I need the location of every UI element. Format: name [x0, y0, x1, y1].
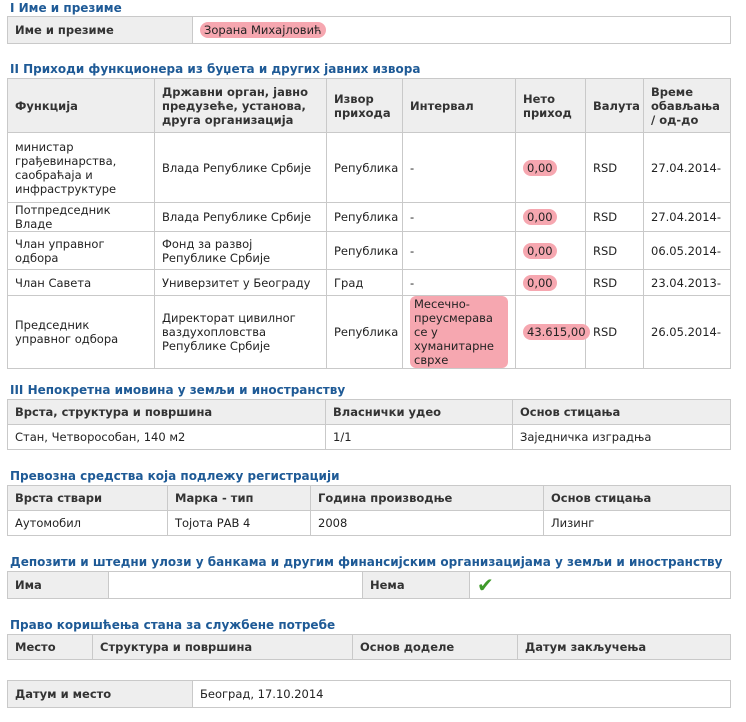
income-source: Република: [326, 295, 403, 369]
vehicles-header-basis: Основ стицања: [543, 485, 731, 511]
name-label: Име и презиме: [7, 16, 193, 44]
section-title-name: I Име и презиме: [10, 1, 122, 15]
income-function: Члан Савета: [7, 269, 155, 296]
income-function: Председник управног одбора: [7, 295, 155, 369]
housing-header-structure: Структура и површина: [92, 634, 353, 660]
income-currency: RSD: [585, 295, 644, 369]
income-time: 06.05.2014-: [643, 231, 731, 270]
table-row: Стан, Четворособан, 140 м2 1/1 Заједничк…: [7, 424, 731, 450]
deposits-has-label: Има: [7, 571, 109, 599]
income-time: 27.04.2014-: [643, 202, 731, 232]
income-source: Град: [326, 269, 403, 296]
income-org: Влада Републике Србије: [154, 202, 327, 232]
income-org: Универзитет у Београду: [154, 269, 327, 296]
deposits-table: Има Нема ✔: [7, 571, 731, 599]
table-row: Члан Савета Универзитет у Београду Град …: [7, 269, 731, 296]
date-place-label: Датум и место: [7, 680, 193, 708]
deposits-none-value: ✔: [469, 571, 731, 599]
income-header-currency: Валута: [585, 78, 644, 133]
date-place-value: Београд, 17.10.2014: [192, 680, 731, 708]
income-org: Влада Републике Србије: [154, 132, 327, 203]
income-source: Република: [326, 132, 403, 203]
table-row: Потпредседник Владе Влада Републике Срби…: [7, 202, 731, 232]
income-time: 27.04.2014-: [643, 132, 731, 203]
vehicles-header-year: Година производње: [310, 485, 544, 511]
vehicle-make: Тојота РАВ 4: [167, 510, 311, 536]
income-header-source: Извор прихода: [326, 78, 403, 133]
section-title-vehicles: Превозна средства која подлежу регистрац…: [10, 469, 340, 483]
vehicle-year: 2008: [310, 510, 544, 536]
vehicles-table: Врста ствари Марка - тип Година производ…: [7, 485, 731, 536]
income-net: 43.615,00: [515, 295, 590, 369]
vehicles-header-type: Врста ствари: [7, 485, 168, 511]
real-estate-header-type: Врста, структура и површина: [7, 399, 326, 425]
income-org: Фонд за развој Републике Србије: [154, 231, 327, 270]
income-currency: RSD: [585, 202, 644, 232]
income-net: 0,00: [515, 231, 586, 270]
income-interval: -: [402, 132, 516, 203]
real-estate-header-share: Власнички удео: [325, 399, 513, 425]
real-estate-basis: Заједничка изградња: [512, 424, 731, 450]
vehicle-basis: Лизинг: [543, 510, 731, 536]
section-title-housing: Право коришћења стана за службене потреб…: [10, 618, 336, 632]
housing-header-place: Место: [7, 634, 93, 660]
income-net: 0,00: [515, 269, 586, 296]
name-value: Зорана Михајловић: [192, 16, 731, 44]
housing-header-date: Датум закључења: [517, 634, 731, 660]
vehicles-header-make: Марка - тип: [167, 485, 311, 511]
income-header-interval: Интервал: [402, 78, 516, 133]
vehicle-type: Аутомобил: [7, 510, 168, 536]
name-table: Име и презиме Зорана Михајловић: [7, 16, 731, 44]
income-currency: RSD: [585, 269, 644, 296]
income-function: Члан управног одбора: [7, 231, 155, 270]
real-estate-share: 1/1: [325, 424, 513, 450]
income-function: министар грађевинарства, саобраћаја и ин…: [7, 132, 155, 203]
housing-table: Место Структура и површина Основ доделе …: [7, 634, 731, 660]
real-estate-table: Врста, структура и површина Власнички уд…: [7, 399, 731, 450]
section-title-real-estate: III Непокретна имовина у земљи и иностра…: [10, 383, 346, 397]
check-icon: ✔: [477, 573, 494, 597]
section-title-deposits: Депозити и штедни улози у банкама и друг…: [10, 555, 723, 569]
income-interval: -: [402, 269, 516, 296]
income-interval: -: [402, 231, 516, 270]
table-row: министар грађевинарства, саобраћаја и ин…: [7, 132, 731, 203]
income-table: Функција Државни орган, јавно предузеће,…: [7, 78, 731, 369]
income-org: Директорат цивилног ваздухопловства Репу…: [154, 295, 327, 369]
income-currency: RSD: [585, 231, 644, 270]
table-row: Члан управног одбора Фонд за развој Репу…: [7, 231, 731, 270]
income-source: Република: [326, 202, 403, 232]
income-header-time: Време обављања / од-до: [643, 78, 731, 133]
income-time: 26.05.2014-: [643, 295, 731, 369]
income-header-function: Функција: [7, 78, 155, 133]
income-header-net: Нето приход: [515, 78, 586, 133]
table-row: Аутомобил Тојота РАВ 4 2008 Лизинг: [7, 510, 731, 536]
income-currency: RSD: [585, 132, 644, 203]
income-time: 23.04.2013-: [643, 269, 731, 296]
income-interval: Месечно-преусмерава се у хуманитарне свр…: [402, 295, 516, 369]
income-net: 0,00: [515, 202, 586, 232]
income-function: Потпредседник Владе: [7, 202, 155, 232]
deposits-none-label: Нема: [362, 571, 470, 599]
income-interval: -: [402, 202, 516, 232]
real-estate-type: Стан, Четворособан, 140 м2: [7, 424, 326, 450]
table-row: Председник управног одбора Директорат ци…: [7, 295, 731, 369]
income-net: 0,00: [515, 132, 586, 203]
income-source: Република: [326, 231, 403, 270]
real-estate-header-basis: Основ стицања: [512, 399, 731, 425]
date-place-table: Датум и место Београд, 17.10.2014: [7, 680, 731, 708]
housing-header-basis: Основ доделе: [352, 634, 518, 660]
deposits-has-value: [108, 571, 363, 599]
income-header-org: Државни орган, јавно предузеће, установа…: [154, 78, 327, 133]
section-title-income: II Приходи функционера из буџета и други…: [10, 62, 421, 76]
